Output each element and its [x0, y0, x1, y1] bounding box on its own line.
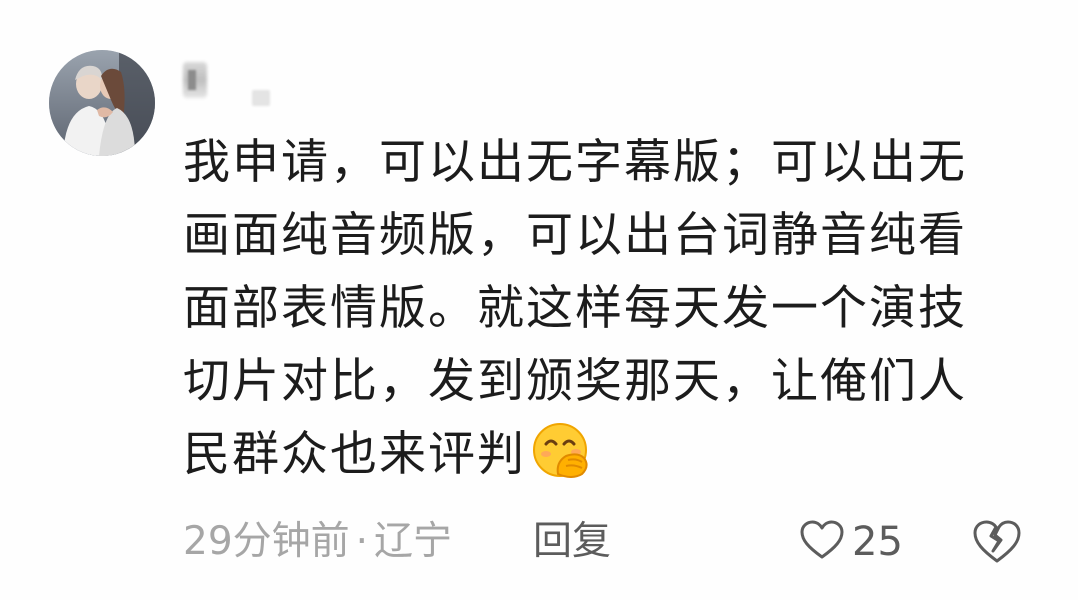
dislike-button[interactable] — [972, 515, 1022, 569]
meta-separator: · — [355, 519, 369, 564]
reply-button[interactable]: 回复 — [533, 512, 611, 572]
like-button[interactable]: 25 — [800, 515, 903, 569]
avatar[interactable] — [49, 50, 155, 156]
comment-body: 我申请，可以出无字幕版；可以出无画面纯音频版，可以出台词静音纯看面部表情版。就这… — [183, 126, 1013, 491]
avatar-photo — [49, 50, 155, 156]
username-blurred[interactable] — [183, 58, 293, 106]
hand-over-mouth-face-emoji — [532, 422, 594, 478]
heart-outline-icon — [800, 520, 844, 564]
comment-meta: 29分钟前 · 辽宁 — [183, 512, 452, 572]
like-count: 25 — [852, 519, 903, 565]
comment-time: 29分钟前 — [183, 519, 350, 564]
comment-item: 我申请，可以出无字幕版；可以出无画面纯音频版，可以出台词静音纯看面部表情版。就这… — [0, 0, 1078, 600]
comment-location: 辽宁 — [374, 519, 453, 564]
broken-heart-outline-icon — [972, 520, 1022, 569]
